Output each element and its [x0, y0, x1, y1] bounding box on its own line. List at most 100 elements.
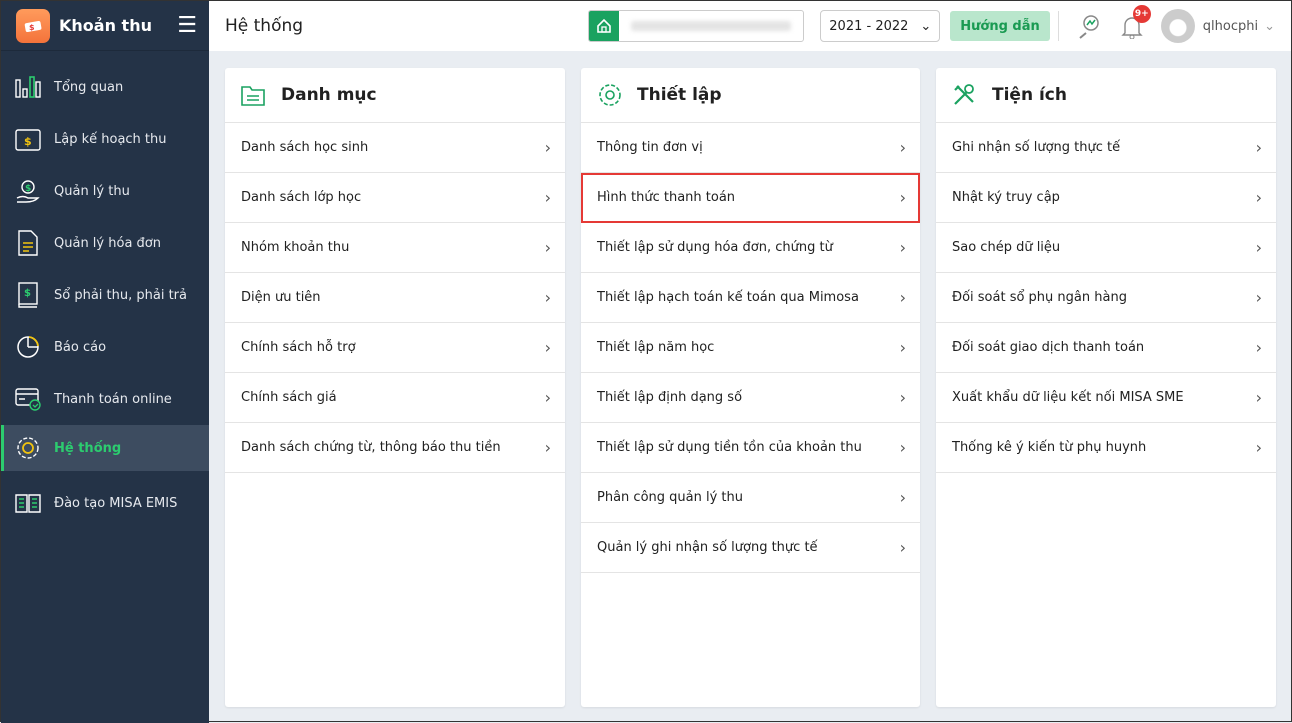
username[interactable]: qlhocphi	[1203, 19, 1258, 34]
chevron-right-icon: ›	[899, 488, 906, 507]
top-bar: Hệ thống 2021 - 2022 ⌄ Hướng dẫn 9+ qlhoc…	[209, 1, 1291, 51]
sidebar-item-label: Đào tạo MISA EMIS	[54, 495, 178, 511]
folder-list-icon	[241, 84, 267, 106]
sidebar-item-label: Tổng quan	[54, 79, 124, 95]
school-year-value: 2021 - 2022	[829, 18, 909, 34]
menu-item[interactable]: Ghi nhận số lượng thực tế ›	[936, 123, 1276, 173]
sidebar-item-label: Lập kế hoạch thu	[54, 131, 167, 147]
notification-badge: 9+	[1132, 5, 1151, 23]
avatar[interactable]	[1160, 9, 1195, 43]
chevron-right-icon: ›	[899, 238, 906, 257]
sidebar-item-4[interactable]: $ Sổ phải thu, phải trả	[1, 269, 209, 321]
menu-item[interactable]: Danh sách chứng từ, thông báo thu tiền ›	[225, 423, 565, 473]
menu-item[interactable]: Danh sách lớp học ›	[225, 173, 565, 223]
chevron-right-icon: ›	[899, 138, 906, 157]
menu-item[interactable]: Nhật ký truy cập ›	[936, 173, 1276, 223]
user-chevron-icon[interactable]: ⌄	[1264, 19, 1275, 34]
menu-item[interactable]: Diện ưu tiên ›	[225, 273, 565, 323]
menu-item-label: Đối soát sổ phụ ngân hàng	[952, 290, 1127, 305]
menu-item[interactable]: Thiết lập định dạng số ›	[581, 373, 920, 423]
sidebar-item-6[interactable]: Thanh toán online	[1, 373, 209, 425]
menu-item-label: Sao chép dữ liệu	[952, 240, 1061, 255]
menu-item-label: Thông tin đơn vị	[597, 140, 703, 155]
svg-text:$: $	[24, 135, 32, 148]
chevron-right-icon: ›	[1255, 138, 1262, 157]
menu-item[interactable]: Nhóm khoản thu ›	[225, 223, 565, 273]
chevron-right-icon: ›	[544, 388, 551, 407]
menu-item-label: Thiết lập năm học	[597, 340, 715, 355]
chevron-right-icon: ›	[1255, 388, 1262, 407]
menu-item[interactable]: Chính sách giá ›	[225, 373, 565, 423]
card-thiet-lap: Thiết lập Thông tin đơn vị › Hình thức than…	[581, 68, 920, 707]
chevron-right-icon: ›	[899, 338, 906, 357]
menu-item[interactable]: Thông tin đơn vị ›	[581, 123, 920, 173]
pie-chart-icon	[15, 334, 41, 360]
menu-item-label: Thiết lập sử dụng hóa đơn, chứng từ	[597, 240, 833, 255]
menu-item[interactable]: Hình thức thanh toán ›	[581, 173, 920, 223]
menu-item-label: Thống kê ý kiến từ phụ huynh	[952, 440, 1147, 455]
chevron-right-icon: ›	[544, 238, 551, 257]
sidebar-item-label: Báo cáo	[54, 339, 107, 355]
chevron-right-icon: ›	[544, 338, 551, 357]
menu-item-label: Chính sách hỗ trợ	[241, 340, 356, 355]
gear-icon	[597, 82, 623, 108]
chevron-right-icon: ›	[899, 188, 906, 207]
menu-item[interactable]: Thống kê ý kiến từ phụ huynh ›	[936, 423, 1276, 473]
menu-item[interactable]: Thiết lập hạch toán kế toán qua Mimosa ›	[581, 273, 920, 323]
chevron-right-icon: ›	[899, 538, 906, 557]
menu-item[interactable]: Xuất khẩu dữ liệu kết nối MISA SME ›	[936, 373, 1276, 423]
school-year-select[interactable]: 2021 - 2022 ⌄	[820, 10, 941, 42]
search-analytics-icon[interactable]	[1073, 11, 1103, 41]
menu-item[interactable]: Phân công quản lý thu ›	[581, 473, 920, 523]
menu-item[interactable]: Đối soát sổ phụ ngân hàng ›	[936, 273, 1276, 323]
sidebar: $ Khoản thu ☰ Tổng quan $ Lập kế hoạch thu…	[1, 1, 209, 723]
sidebar-item-0[interactable]: Tổng quan	[1, 61, 209, 113]
menu-item[interactable]: Đối soát giao dịch thanh toán ›	[936, 323, 1276, 373]
menu-item[interactable]: Thiết lập sử dụng hóa đơn, chứng từ ›	[581, 223, 920, 273]
app-title: Khoản thu	[59, 16, 152, 35]
sidebar-item-7[interactable]: Hệ thống	[1, 425, 209, 471]
menu-item[interactable]: Danh sách học sinh ›	[225, 123, 565, 173]
menu-item[interactable]: Thiết lập năm học ›	[581, 323, 920, 373]
sidebar-item-8[interactable]: Đào tạo MISA EMIS	[1, 477, 209, 529]
menu-item-label: Thiết lập hạch toán kế toán qua Mimosa	[597, 290, 859, 305]
card-title: Thiết lập	[637, 85, 722, 105]
menu-item-label: Danh sách học sinh	[241, 140, 369, 155]
hand-coin-icon: $	[15, 178, 41, 204]
chevron-right-icon: ›	[1255, 288, 1262, 307]
chevron-right-icon: ›	[544, 288, 551, 307]
sidebar-item-1[interactable]: $ Lập kế hoạch thu	[1, 113, 209, 165]
book-icon	[15, 490, 41, 516]
sidebar-item-label: Quản lý thu	[54, 183, 130, 199]
menu-item[interactable]: Quản lý ghi nhận số lượng thực tế ›	[581, 523, 920, 573]
invoice-icon	[15, 230, 41, 256]
sidebar-item-3[interactable]: Quản lý hóa đơn	[1, 217, 209, 269]
card-title: Danh mục	[281, 85, 377, 105]
menu-toggle-icon[interactable]: ☰	[177, 13, 197, 38]
sidebar-item-label: Sổ phải thu, phải trả	[54, 287, 187, 303]
bar-chart-icon	[15, 74, 41, 100]
menu-item-label: Chính sách giá	[241, 390, 337, 405]
card-check-icon	[15, 386, 41, 412]
school-selector[interactable]	[588, 10, 805, 42]
chevron-right-icon: ›	[544, 438, 551, 457]
notification-bell-icon[interactable]: 9+	[1117, 5, 1151, 41]
chevron-right-icon: ›	[1255, 238, 1262, 257]
menu-item-label: Hình thức thanh toán	[597, 190, 736, 205]
menu-item-label: Danh sách lớp học	[241, 190, 362, 205]
chevron-right-icon: ›	[899, 388, 906, 407]
chevron-down-icon: ⌄	[920, 18, 932, 34]
sidebar-item-2[interactable]: $ Quản lý thu	[1, 165, 209, 217]
menu-item-label: Thiết lập sử dụng tiền tồn của khoản thu	[597, 440, 862, 455]
menu-item[interactable]: Chính sách hỗ trợ ›	[225, 323, 565, 373]
app-logo: $	[16, 8, 50, 43]
guide-button[interactable]: Hướng dẫn	[950, 11, 1050, 41]
home-icon	[589, 11, 620, 41]
svg-text:$: $	[25, 184, 31, 194]
menu-item[interactable]: Sao chép dữ liệu ›	[936, 223, 1276, 273]
menu-item[interactable]: Thiết lập sử dụng tiền tồn của khoản thu…	[581, 423, 920, 473]
menu-item-label: Phân công quản lý thu	[597, 490, 743, 505]
card-danh-muc: Danh mục Danh sách học sinh › Danh sách lớp…	[225, 68, 565, 707]
sidebar-item-5[interactable]: Báo cáo	[1, 321, 209, 373]
ledger-icon: $	[15, 282, 41, 308]
